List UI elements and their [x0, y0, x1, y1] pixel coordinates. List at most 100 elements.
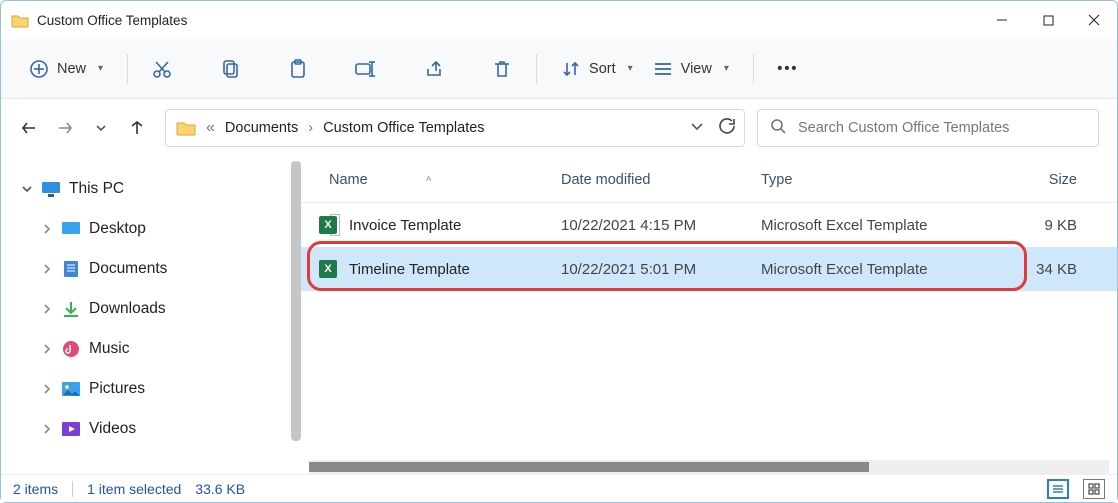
- column-type[interactable]: Type: [761, 172, 991, 188]
- column-label: Size: [1049, 172, 1077, 188]
- chevron-down-icon: ▾: [724, 63, 729, 74]
- tree-item-desktop[interactable]: Desktop: [1, 209, 301, 249]
- column-label: Name: [329, 172, 368, 188]
- toolbar: New ▾ Sort ▾ View ▾ •••: [1, 39, 1117, 99]
- download-icon: [61, 300, 81, 318]
- column-headers: Name ˄ Date modified Type Size: [301, 157, 1117, 203]
- breadcrumb-item[interactable]: Custom Office Templates: [323, 120, 484, 136]
- file-date: 10/22/2021 5:01 PM: [561, 261, 761, 278]
- details-view-button[interactable]: [1047, 479, 1069, 499]
- scissors-icon: [152, 59, 172, 79]
- tree-label: Pictures: [89, 380, 145, 398]
- share-button[interactable]: [414, 53, 454, 85]
- search-icon: [770, 118, 786, 139]
- pictures-icon: [61, 380, 81, 398]
- thumbnails-view-button[interactable]: [1083, 479, 1105, 499]
- paste-button[interactable]: [278, 53, 318, 85]
- tree-item-downloads[interactable]: Downloads: [1, 289, 301, 329]
- tree-item-videos[interactable]: Videos: [1, 409, 301, 449]
- status-bar: 2 items 1 item selected 33.6 KB: [1, 474, 1117, 502]
- up-button[interactable]: [127, 118, 147, 138]
- address-history-button[interactable]: [690, 119, 704, 138]
- folder-icon: [176, 120, 196, 136]
- search-box[interactable]: [757, 109, 1099, 147]
- tree-item-documents[interactable]: Documents: [1, 249, 301, 289]
- file-size: 34 KB: [991, 261, 1095, 278]
- chevron-right-icon[interactable]: [41, 223, 53, 235]
- chevron-right-icon[interactable]: [41, 383, 53, 395]
- music-icon: [61, 340, 81, 358]
- refresh-button[interactable]: [718, 117, 736, 140]
- close-button[interactable]: [1071, 1, 1117, 39]
- more-button[interactable]: •••: [768, 53, 808, 85]
- horizontal-scrollbar[interactable]: [309, 460, 1109, 474]
- new-button[interactable]: New ▾: [19, 53, 113, 85]
- vertical-scrollbar[interactable]: [291, 161, 301, 441]
- clipboard-icon: [288, 59, 308, 79]
- chevron-right-icon[interactable]: [41, 423, 53, 435]
- file-row[interactable]: X Invoice Template 10/22/2021 4:15 PM Mi…: [301, 203, 1117, 247]
- window-title: Custom Office Templates: [37, 13, 979, 28]
- column-name[interactable]: Name ˄: [301, 172, 561, 188]
- nav-pane: This PC Desktop Documents Downloads Musi: [1, 157, 301, 474]
- ellipsis-icon: •••: [778, 59, 798, 79]
- breadcrumb-item[interactable]: Documents: [225, 120, 298, 136]
- status-item-count: 2 items: [13, 481, 58, 497]
- back-button[interactable]: [19, 118, 39, 138]
- document-icon: [61, 260, 81, 278]
- title-bar: Custom Office Templates: [1, 1, 1117, 39]
- tree-item-this-pc[interactable]: This PC: [1, 169, 301, 209]
- file-size: 9 KB: [991, 217, 1095, 234]
- chevron-right-icon: ›: [308, 120, 313, 136]
- divider: [127, 54, 128, 84]
- view-button[interactable]: View ▾: [643, 53, 739, 85]
- divider: [753, 54, 754, 84]
- file-name: Invoice Template: [349, 217, 461, 234]
- tree-label: Music: [89, 340, 129, 358]
- chevron-right-icon[interactable]: [41, 303, 53, 315]
- chevron-right-icon[interactable]: [41, 343, 53, 355]
- maximize-button[interactable]: [1025, 1, 1071, 39]
- desktop-icon: [61, 220, 81, 238]
- recent-locations-button[interactable]: [91, 118, 111, 138]
- new-label: New: [57, 61, 86, 77]
- column-size[interactable]: Size: [991, 172, 1095, 188]
- copy-icon: [220, 59, 240, 79]
- column-date[interactable]: Date modified: [561, 172, 761, 188]
- cut-button[interactable]: [142, 53, 182, 85]
- share-icon: [424, 59, 444, 79]
- copy-button[interactable]: [210, 53, 250, 85]
- status-selection-size: 33.6 KB: [195, 481, 245, 497]
- video-icon: [61, 420, 81, 438]
- status-selection-count: 1 item selected: [87, 481, 181, 497]
- file-date: 10/22/2021 4:15 PM: [561, 217, 761, 234]
- breadcrumb: Documents › Custom Office Templates: [225, 120, 680, 136]
- divider: [72, 481, 73, 497]
- rename-icon: [356, 59, 376, 79]
- search-input[interactable]: [798, 120, 1086, 136]
- main-area: This PC Desktop Documents Downloads Musi: [1, 157, 1117, 474]
- tree-label: Desktop: [89, 220, 146, 238]
- address-bar[interactable]: « Documents › Custom Office Templates: [165, 109, 745, 147]
- tree-label: Downloads: [89, 300, 166, 318]
- rename-button[interactable]: [346, 53, 386, 85]
- chevron-right-icon[interactable]: [41, 263, 53, 275]
- tree-item-music[interactable]: Music: [1, 329, 301, 369]
- file-row[interactable]: X Timeline Template 10/22/2021 5:01 PM M…: [301, 247, 1117, 291]
- tree-item-pictures[interactable]: Pictures: [1, 369, 301, 409]
- breadcrumb-overflow[interactable]: «: [206, 119, 215, 137]
- excel-file-icon: X: [319, 216, 337, 234]
- nav-buttons: [19, 118, 153, 138]
- minimize-button[interactable]: [979, 1, 1025, 39]
- trash-icon: [492, 59, 512, 79]
- file-type: Microsoft Excel Template: [761, 217, 991, 234]
- tree-label: Videos: [89, 420, 136, 438]
- chevron-down-icon[interactable]: [21, 183, 33, 195]
- sort-icon: [561, 59, 581, 79]
- view-label: View: [681, 61, 712, 77]
- sort-button[interactable]: Sort ▾: [551, 53, 643, 85]
- forward-button[interactable]: [55, 118, 75, 138]
- excel-file-icon: X: [319, 260, 337, 278]
- delete-button[interactable]: [482, 53, 522, 85]
- file-list: Name ˄ Date modified Type Size X Invoice…: [301, 157, 1117, 474]
